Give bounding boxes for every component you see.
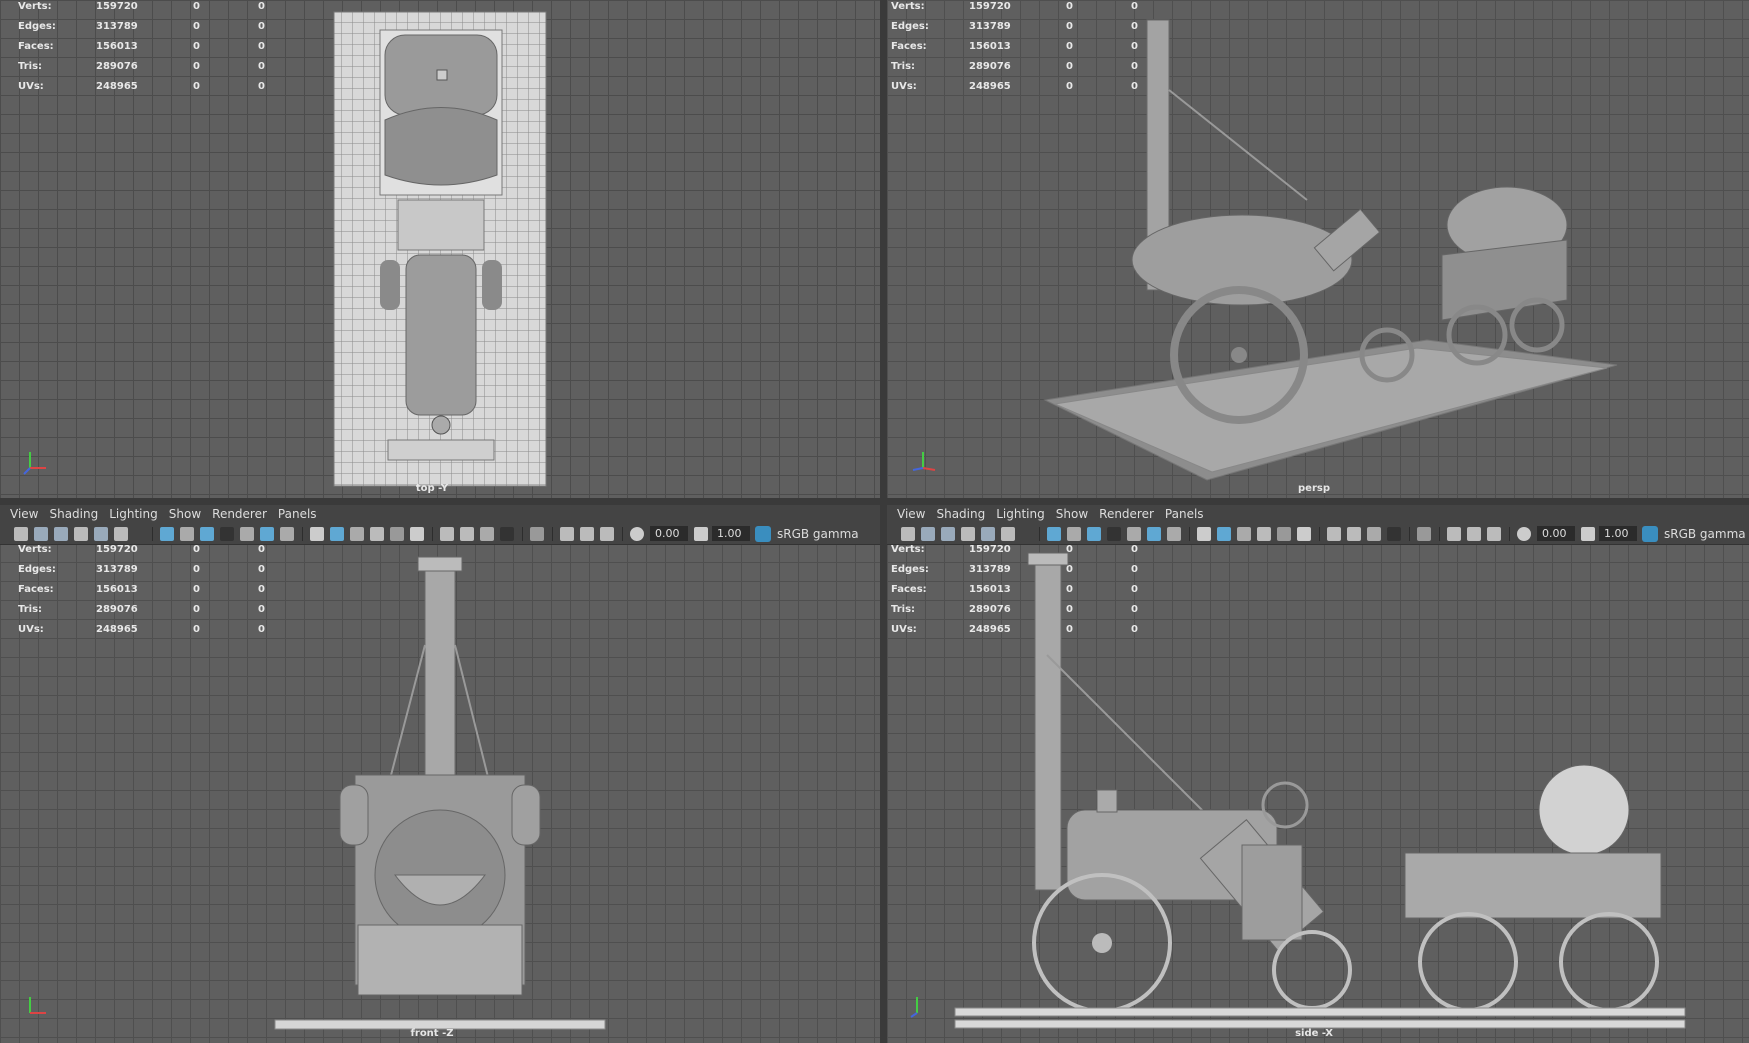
camera-label-front: front -Z	[410, 1028, 454, 1039]
viewport-persp[interactable]: Verts: 159720 0 0 Edges: 313789 0 0 Faces: 1560…	[887, 0, 1749, 498]
pane-divider-horizontal[interactable]	[0, 498, 1749, 505]
axis-gizmo-icon	[22, 446, 52, 476]
viewport-side[interactable]: View Shading Lighting Show Renderer Panels	[887, 505, 1749, 1043]
axis-gizmo-icon	[22, 991, 52, 1021]
viewport-front[interactable]: View Shading Lighting Show Renderer Panels	[0, 505, 880, 1043]
top-view-model[interactable]	[0, 0, 880, 498]
front-view-model[interactable]	[0, 505, 880, 1043]
side-view-model[interactable]	[887, 505, 1749, 1043]
persp-view-model[interactable]	[887, 0, 1749, 498]
pane-divider-vertical[interactable]	[880, 0, 887, 1043]
axis-gizmo-icon	[909, 991, 939, 1021]
camera-label-top: top -Y	[415, 483, 449, 494]
maya-four-view-layout: Verts: 159720 0 0 Edges: 313789 0 0 Faces: 1560…	[0, 0, 1749, 1043]
camera-label-side: side -X	[1295, 1028, 1333, 1039]
viewport-top[interactable]: Verts: 159720 0 0 Edges: 313789 0 0 Faces: 1560…	[0, 0, 880, 498]
camera-label-persp: persp	[1298, 483, 1330, 494]
axis-gizmo-icon	[909, 446, 939, 476]
